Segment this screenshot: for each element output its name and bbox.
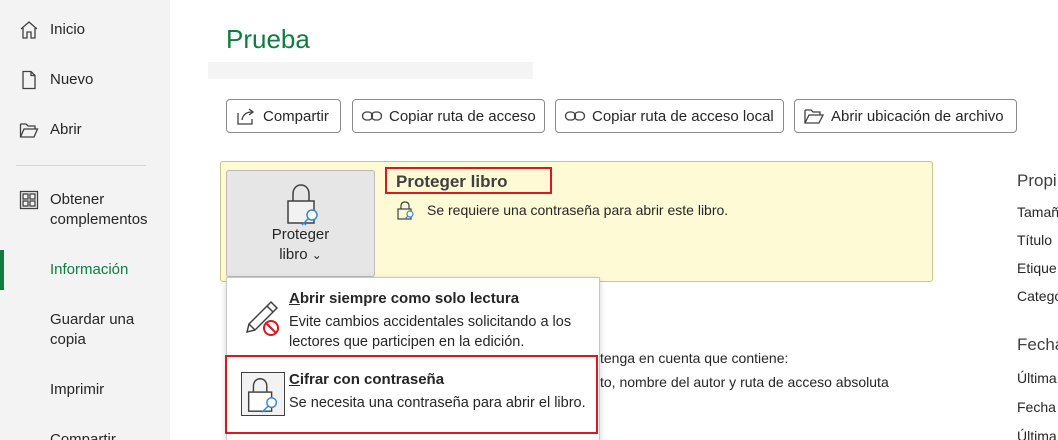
sidebar-item-label: Imprimir (50, 381, 105, 398)
dates-heading: Fecha (1017, 335, 1058, 354)
page-title: Prueba (226, 24, 310, 54)
protect-button-label: libro ⌄ (227, 245, 374, 265)
property-label: Catego (1017, 288, 1058, 304)
active-indicator (0, 250, 4, 290)
sidebar-item-obtener-complementos[interactable]: Obtener complementos (0, 190, 170, 234)
protect-description: Se requiere una contraseña para abrir es… (427, 202, 729, 218)
protect-button-label-text: libro (279, 246, 308, 263)
property-label: Etique (1017, 260, 1057, 276)
add-ins-grid-icon (19, 190, 39, 210)
folder-open-icon (804, 109, 825, 124)
sidebar-divider (16, 165, 146, 166)
home-icon (20, 21, 38, 39)
menu-item-read-only[interactable]: Abrir siempre como solo lectura Evite ca… (227, 278, 599, 356)
sidebar-item-label: copia (50, 331, 86, 348)
protect-heading: Proteger libro (396, 172, 508, 191)
sidebar-item-label: complementos (50, 211, 148, 228)
lock-key-icon (397, 201, 414, 220)
date-label: Última (1017, 428, 1057, 440)
copy-local-path-button-label: Copiar ruta de acceso local (592, 107, 774, 125)
menu-item-description: Evite cambios accidentales solicitando a… (289, 314, 572, 350)
menu-item-accelerator: A (289, 290, 300, 307)
open-file-location-button[interactable]: Abrir ubicación de archivo (794, 99, 1017, 133)
link-icon (564, 111, 586, 121)
sidebar-item-label: Compartir (50, 431, 116, 440)
sidebar-item-label: Guardar una (50, 311, 135, 328)
sidebar-item-label: Nuevo (50, 71, 94, 88)
inspect-text: to, nombre del autor y ruta de acceso ab… (600, 374, 889, 390)
copy-local-path-button[interactable]: Copiar ruta de acceso local (555, 99, 784, 133)
properties-heading: Propi (1017, 171, 1057, 190)
new-document-icon (22, 70, 36, 90)
share-icon (237, 108, 255, 125)
share-button-label: Compartir (263, 107, 329, 125)
share-button[interactable]: Compartir (226, 99, 341, 133)
property-label: Tamañ (1017, 204, 1058, 220)
protect-button-label: Proteger (271, 226, 330, 243)
inspect-text: tenga en cuenta que contiene: (600, 350, 789, 366)
folder-open-icon (19, 123, 39, 138)
date-label: Fecha (1017, 399, 1056, 415)
chevron-down-icon: ⌄ (311, 248, 322, 262)
sidebar-item-label: Obtener (50, 191, 105, 208)
copy-path-button[interactable]: Copiar ruta de acceso (352, 99, 545, 133)
menu-item-title: Abrir siempre como solo lectura (289, 290, 519, 307)
highlight-box (225, 355, 598, 434)
lock-key-icon (287, 184, 318, 226)
property-label: Título (1017, 232, 1053, 248)
link-icon (361, 111, 383, 121)
copy-path-button-label: Copiar ruta de acceso (389, 107, 536, 125)
backstage-sidebar: Inicio Nuevo Abrir Obtener complementos … (0, 0, 170, 440)
sidebar-item-label: Información (50, 261, 129, 278)
date-label: Última (1017, 370, 1057, 386)
sidebar-item-label: Inicio (50, 21, 86, 38)
file-path-bar (208, 62, 533, 79)
sidebar-item-label: Abrir (50, 121, 82, 138)
open-file-location-button-label: Abrir ubicación de archivo (831, 107, 1004, 125)
menu-item-title-text: brir siempre como solo lectura (299, 290, 520, 307)
sidebar-item-guardar-copia[interactable]: Guardar una copia (0, 310, 170, 354)
protect-workbook-button[interactable]: Proteger libro ⌄ (226, 170, 375, 277)
pencil-prohibited-icon (245, 300, 279, 336)
